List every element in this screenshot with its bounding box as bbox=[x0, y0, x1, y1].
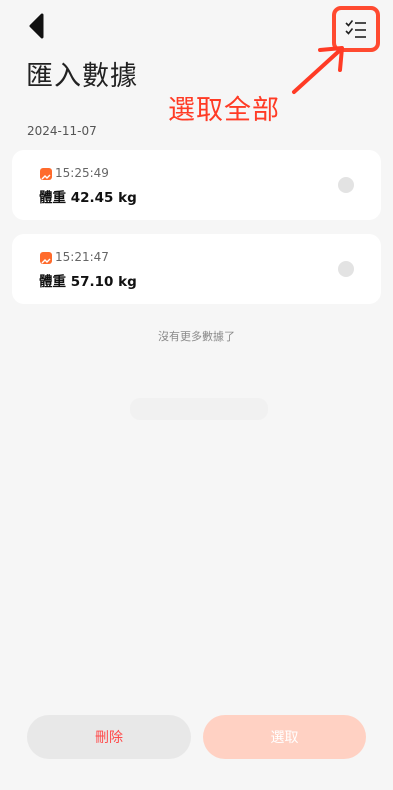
import-data-screen: 匯入數據 選取全部 2024-11-07 15:25:49 體重 42.45 k… bbox=[0, 0, 393, 790]
record-card[interactable]: 15:21:47 體重 57.10 kg bbox=[12, 234, 381, 304]
delete-button[interactable]: 刪除 bbox=[27, 715, 191, 759]
record-select-radio[interactable] bbox=[338, 177, 354, 193]
trend-icon bbox=[40, 252, 52, 264]
back-button[interactable] bbox=[24, 12, 48, 40]
record-time: 15:25:49 bbox=[55, 166, 109, 180]
record-select-radio[interactable] bbox=[338, 261, 354, 277]
record-weight: 體重 57.10 kg bbox=[39, 274, 137, 290]
end-of-list-text: 沒有更多數據了 bbox=[158, 330, 235, 343]
record-time: 15:21:47 bbox=[55, 250, 109, 264]
back-triangle-icon bbox=[29, 13, 44, 39]
record-weight: 體重 42.45 kg bbox=[39, 190, 137, 206]
select-all-annotation: 選取全部 bbox=[168, 95, 280, 126]
record-card[interactable]: 15:25:49 體重 42.45 kg bbox=[12, 150, 381, 220]
select-button[interactable]: 選取 bbox=[203, 715, 366, 759]
trend-icon bbox=[40, 168, 52, 180]
page-title: 匯入數據 bbox=[26, 61, 138, 92]
annotation-arrow-icon bbox=[292, 46, 344, 94]
placeholder-bar bbox=[130, 398, 268, 420]
date-header: 2024-11-07 bbox=[27, 124, 97, 138]
